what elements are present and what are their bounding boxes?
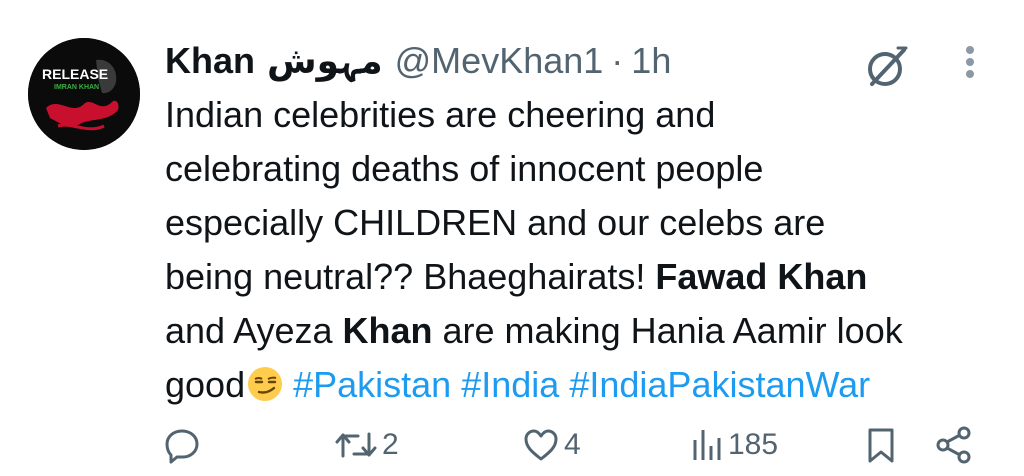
tweet-line-5-text-b: are making Hania Aamir look [432,310,903,351]
reply-icon [165,429,199,464]
hashtag-india[interactable]: #India [461,364,559,405]
share-icon [936,426,971,464]
views-button[interactable]: 185 [690,422,778,468]
urdu-name[interactable]: مہوش [267,41,383,82]
mention-fawad-khan: Fawad Khan [655,256,868,297]
separator-dot: · [611,40,624,81]
tweet-line-6: good #Pakistan #India #IndiaPakistanWar [165,358,1010,412]
repost-button[interactable]: 2 [334,422,399,468]
avatar-image: RELEASE IMRAN KHAN [28,38,140,150]
tweet-header: Khan مہوش @MevKhan1 · 1h [165,36,671,86]
share-button[interactable] [934,422,974,468]
bold-khan: Khan [342,310,433,351]
action-bar: 2 4 185 [0,422,1024,468]
tweet-line-4-text: being neutral?? Bhaeghairats! [165,256,656,297]
avatar[interactable]: RELEASE IMRAN KHAN [28,38,140,150]
bookmark-icon [868,428,894,463]
hashtag-pakistan[interactable]: #Pakistan [293,364,451,405]
timestamp[interactable]: 1h [631,40,671,82]
repost-icon [335,432,377,458]
tweet-line-2: celebrating deaths of innocent people [165,148,764,189]
avatar-release-text: RELEASE [42,66,108,82]
tweet-line-4: being neutral?? Bhaeghairats! Fawad Khan [165,250,1010,304]
views-icon [693,430,721,460]
like-count: 4 [564,428,581,461]
tweet-line-5: and Ayeza Khan are making Hania Aamir lo… [165,304,1010,358]
bookmark-button[interactable] [864,422,898,468]
tweet-line-1: Indian celebrities are cheering and [165,94,716,135]
smirk-emoji [248,367,283,401]
reply-button[interactable] [163,422,205,468]
grok-icon[interactable] [858,40,912,94]
tweet-text: Indian celebrities are cheering and cele… [165,88,1010,412]
repost-count: 2 [382,428,399,461]
like-icon [524,429,558,461]
like-button[interactable]: 4 [522,422,581,468]
tweet-line-5-text-a: and Ayeza [165,310,343,351]
avatar-subtext: IMRAN KHAN [54,84,99,91]
more-icon[interactable] [958,38,982,92]
display-name[interactable]: Khan [165,40,255,82]
hashtag-indiapakistanwar[interactable]: #IndiaPakistanWar [569,364,870,405]
user-handle[interactable]: @MevKhan1 [395,40,604,82]
view-count: 185 [728,428,779,461]
tweet-line-6-text: good [165,364,246,405]
tweet-line-3: especially CHILDREN and our celebs are [165,202,826,243]
